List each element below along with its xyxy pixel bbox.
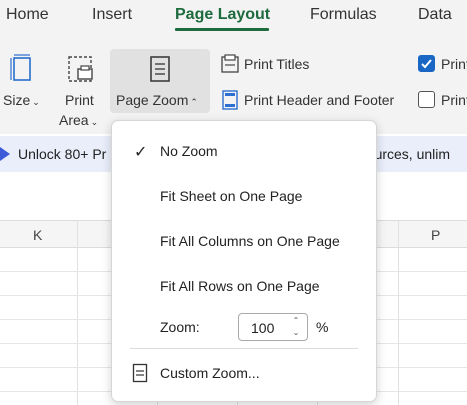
- zoom-input[interactable]: 100 ⌃ ⌄: [238, 313, 308, 341]
- checkmark-icon: [421, 59, 432, 69]
- tab-home[interactable]: Home: [6, 6, 49, 24]
- chevron-up-icon: ⌃: [190, 97, 198, 107]
- column-header-k[interactable]: K: [33, 227, 42, 243]
- menu-item-label: Fit All Columns on One Page: [160, 233, 340, 249]
- banner-text-left: Unlock 80+ Pr: [18, 146, 107, 162]
- custom-zoom-icon: [132, 363, 148, 383]
- print-gridlines-checkbox[interactable]: [418, 55, 435, 72]
- chevron-up-icon[interactable]: ⌃: [291, 316, 301, 326]
- menu-item-label: Fit All Rows on One Page: [160, 278, 320, 294]
- grid-line: [398, 220, 399, 405]
- tab-data[interactable]: Data: [418, 6, 452, 24]
- menu-item-label: No Zoom: [160, 143, 218, 159]
- tab-insert[interactable]: Insert: [92, 6, 132, 24]
- print-area-label-1: Print: [65, 92, 94, 108]
- premium-icon: [0, 147, 10, 161]
- print-checkbox-label-2: Print: [441, 92, 467, 108]
- menu-item-fit-rows[interactable]: Fit All Rows on One Page: [112, 268, 376, 304]
- print-titles-icon: [221, 54, 239, 73]
- menu-item-label: Fit Sheet on One Page: [160, 188, 303, 204]
- ribbon-panel: Size ⌄ Print Area ⌄ Page Zoom ⌃ Print Title…: [0, 32, 467, 134]
- page-zoom-label: Page Zoom: [116, 92, 189, 108]
- print-header-footer-label: Print Header and Footer: [244, 92, 395, 108]
- size-button[interactable]: Size ⌄: [0, 52, 46, 114]
- grid-line: [77, 220, 78, 405]
- page-size-icon: [10, 54, 31, 81]
- zoom-percent-sign: %: [316, 319, 329, 335]
- print-titles-button[interactable]: Print Titles: [218, 52, 318, 76]
- print-header-footer-button[interactable]: Print Header and Footer: [218, 88, 408, 112]
- checkmark-icon: ✓: [134, 144, 148, 161]
- page-zoom-menu: ✓ No Zoom Fit Sheet on One Page Fit All …: [111, 120, 377, 402]
- page-zoom-button[interactable]: Page Zoom ⌃: [110, 49, 210, 113]
- size-label: Size: [3, 92, 31, 108]
- active-tab-indicator: [175, 28, 269, 31]
- column-header-p[interactable]: P: [431, 227, 440, 243]
- zoom-label: Zoom:: [160, 319, 200, 335]
- print-area-label-2: Area: [59, 112, 89, 128]
- menu-item-fit-columns[interactable]: Fit All Columns on One Page: [112, 223, 376, 259]
- chevron-down-icon: ⌄: [32, 97, 40, 107]
- tab-page-layout[interactable]: Page Layout: [175, 6, 270, 24]
- menu-item-custom-zoom[interactable]: Custom Zoom...: [112, 355, 376, 391]
- print-headings-checkbox[interactable]: [418, 91, 435, 108]
- menu-item-no-zoom[interactable]: ✓ No Zoom: [112, 133, 376, 169]
- print-area-icon: [68, 56, 93, 82]
- tab-formulas[interactable]: Formulas: [310, 6, 377, 24]
- menu-separator: [130, 348, 358, 349]
- zoom-value: 100: [251, 320, 275, 336]
- print-area-button[interactable]: Print Area ⌄: [56, 52, 106, 132]
- chevron-down-icon[interactable]: ⌄: [291, 328, 301, 338]
- chevron-down-icon: ⌄: [90, 117, 99, 127]
- ribbon-tabs: Home Insert Page Layout Formulas Data: [0, 0, 467, 32]
- print-titles-label: Print Titles: [244, 56, 310, 72]
- menu-item-fit-sheet[interactable]: Fit Sheet on One Page: [112, 178, 376, 214]
- print-checkbox-label-1: Print: [441, 56, 467, 72]
- header-footer-icon: [222, 90, 238, 110]
- menu-item-label: Custom Zoom...: [160, 365, 260, 381]
- page-zoom-icon: [150, 56, 170, 82]
